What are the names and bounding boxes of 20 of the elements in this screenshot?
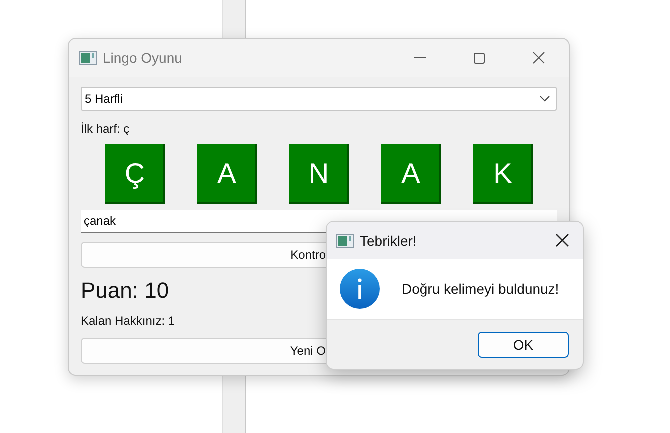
window-title: Lingo Oyunu <box>103 50 182 66</box>
app-icon <box>79 51 97 65</box>
letter-tile: K <box>473 144 533 204</box>
letter-tile: Ç <box>105 144 165 204</box>
info-icon <box>340 269 380 309</box>
length-dropdown[interactable]: 5 Harfli <box>81 87 557 111</box>
score-label: Puan: 10 <box>81 278 170 304</box>
letter-tile: A <box>197 144 257 204</box>
app-icon <box>336 234 354 248</box>
ok-button[interactable]: OK <box>478 332 569 358</box>
close-icon[interactable] <box>533 52 545 64</box>
dialog-message: Doğru kelimeyi buldunuz! <box>402 281 560 297</box>
close-icon[interactable] <box>556 234 569 247</box>
first-letter-label: İlk harf: ç <box>81 122 130 136</box>
letter-tile: N <box>289 144 349 204</box>
maximize-icon[interactable] <box>474 52 485 64</box>
minimize-icon[interactable] <box>414 57 426 59</box>
chevron-down-icon <box>540 96 550 102</box>
letter-tile: A <box>381 144 441 204</box>
remaining-label: Kalan Hakkınız: 1 <box>81 314 176 328</box>
